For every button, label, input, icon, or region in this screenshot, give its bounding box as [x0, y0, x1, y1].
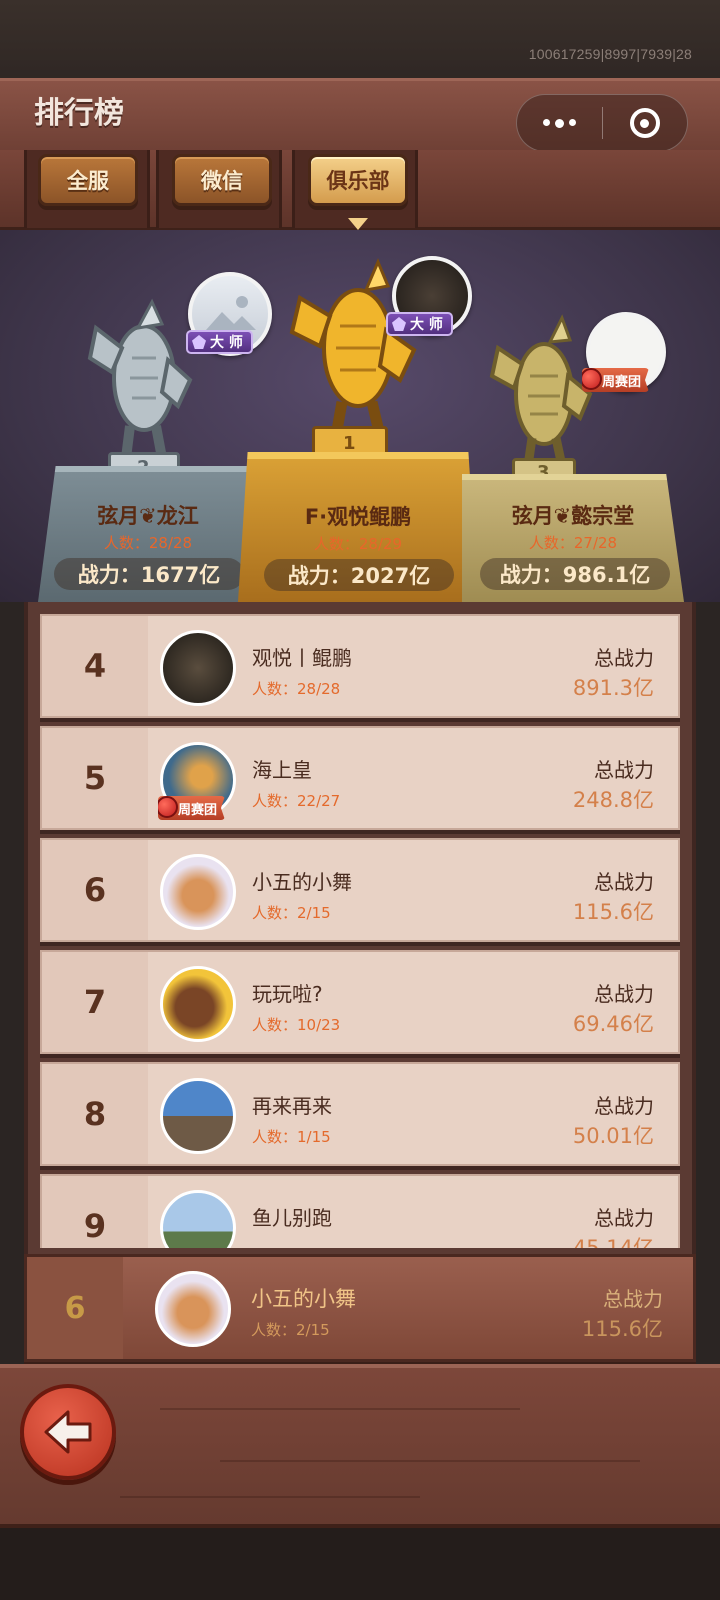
club-name: F·观悦鲲鹏: [304, 505, 412, 529]
tab-wechat[interactable]: 微信: [172, 154, 272, 206]
avatar: [160, 1190, 236, 1248]
rank-number: 9: [42, 1176, 148, 1248]
apple-icon: [582, 368, 602, 390]
tab-pointer-icon: [348, 218, 368, 230]
avatar: [160, 966, 236, 1042]
rank-number: 6: [42, 840, 148, 940]
rank-number: 6: [27, 1257, 123, 1359]
club-members: 人数：2/15: [252, 904, 331, 922]
tab-club[interactable]: 俱乐部: [308, 154, 408, 206]
power-value: 115.6亿: [572, 900, 654, 924]
rank-number: 5: [42, 728, 148, 828]
weekly-team-badge: 周赛团: [158, 796, 226, 820]
power-label: 总战力: [594, 870, 654, 894]
club-name: 玩玩啦?: [252, 982, 323, 1006]
club-members: 人数：28/29: [313, 535, 403, 553]
club-name: 小五的小舞: [251, 1287, 356, 1311]
club-name: 鱼儿别跑: [252, 1206, 332, 1230]
close-mini-program-button[interactable]: [603, 94, 688, 152]
podium-first[interactable]: F·观悦鲲鹏 人数：28/29 战力：2027亿: [238, 452, 478, 602]
back-arrow-icon: [44, 1410, 92, 1454]
wood-grain: [160, 1408, 520, 1410]
pedestal-number: 1: [343, 433, 356, 454]
club-members: 人数：2/15: [251, 1321, 330, 1339]
power-label: 总战力: [594, 982, 654, 1006]
rank-badge: 大 师: [186, 330, 253, 354]
list-item[interactable]: 4 观悦丨鲲鹏 人数：28/28 总战力 891.3亿: [40, 614, 680, 718]
power-value: 45.14亿: [572, 1236, 654, 1248]
club-power: 战力：1677亿: [54, 558, 244, 590]
club-name: 海上皇: [252, 758, 312, 782]
club-name: 弦月❦龙江: [97, 504, 199, 528]
list-item[interactable]: 8 再来再来 人数：1/15 总战力 50.01亿: [40, 1062, 680, 1166]
leaderboard-screen: 100617259|8997|7939|28 排行榜 全服 微信 俱乐部 2: [0, 0, 720, 1600]
ranking-list[interactable]: 4 观悦丨鲲鹏 人数：28/28 总战力 891.3亿 5 周赛团 海上皇 人数…: [40, 612, 680, 1248]
more-button[interactable]: [517, 94, 602, 152]
weekly-team-badge: 周赛团: [582, 368, 650, 392]
tab-global[interactable]: 全服: [38, 154, 138, 206]
club-members: 人数：27/28: [528, 534, 618, 552]
wood-grain: [220, 1460, 640, 1462]
power-value: 248.8亿: [572, 788, 654, 812]
club-members: 人数：10/23: [252, 1016, 341, 1034]
club-power: 战力：2027亿: [264, 559, 454, 591]
club-name: 小五的小舞: [252, 870, 352, 894]
club-members: 人数：22/27: [252, 792, 341, 810]
list-item[interactable]: 6 小五的小舞 人数：2/15 总战力 115.6亿: [40, 838, 680, 942]
podium-second[interactable]: 弦月❦龙江 人数：28/28 战力：1677亿: [38, 466, 258, 602]
list-item[interactable]: 9 鱼儿别跑 总战力 45.14亿: [40, 1174, 680, 1248]
bottom-bar: [0, 1528, 720, 1600]
target-circle-icon: [629, 108, 660, 138]
avatar: [160, 1078, 236, 1154]
avatar: [160, 854, 236, 930]
version-text: 100617259|8997|7939|28: [528, 46, 692, 62]
power-label: 总战力: [594, 758, 654, 782]
wood-grain: [120, 1496, 420, 1498]
rank-number: 7: [42, 952, 148, 1052]
club-name: 再来再来: [252, 1094, 332, 1118]
list-item[interactable]: 7 玩玩啦? 人数：10/23 总战力 69.46亿: [40, 950, 680, 1054]
power-label: 总战力: [594, 1206, 654, 1230]
power-value: 115.6亿: [581, 1317, 663, 1341]
power-value: 69.46亿: [572, 1012, 654, 1036]
my-club-row[interactable]: 6 小五的小舞 人数：2/15 总战力 115.6亿: [24, 1254, 696, 1362]
club-members: 人数：28/28: [252, 680, 341, 698]
power-value: 891.3亿: [572, 676, 654, 700]
club-name: 弦月❦懿宗堂: [511, 504, 635, 528]
club-members: 人数：28/28: [103, 534, 193, 552]
power-value: 50.01亿: [572, 1124, 654, 1148]
power-label: 总战力: [594, 646, 654, 670]
rank-number: 8: [42, 1064, 148, 1164]
status-strip: 100617259|8997|7939|28: [0, 0, 720, 82]
rank-number: 4: [42, 616, 148, 716]
list-item[interactable]: 5 周赛团 海上皇 人数：22/27 总战力 248.8亿: [40, 726, 680, 830]
avatar: [160, 630, 236, 706]
rank-badge: 大 师: [386, 312, 453, 336]
podium-third[interactable]: 弦月❦懿宗堂 人数：27/28 战力：986.1亿: [462, 474, 684, 602]
gem-icon: [192, 335, 206, 349]
page-title: 排行榜: [34, 96, 124, 131]
power-label: 总战力: [603, 1287, 663, 1311]
club-power: 战力：986.1亿: [480, 558, 670, 590]
more-dots-icon: [542, 118, 576, 128]
avatar: [155, 1271, 231, 1347]
power-label: 总战力: [594, 1094, 654, 1118]
club-name: 观悦丨鲲鹏: [252, 646, 352, 670]
gem-icon: [392, 317, 406, 331]
back-button[interactable]: [20, 1384, 116, 1480]
mini-program-capsule: [516, 94, 688, 152]
apple-icon: [158, 796, 178, 818]
club-members: 人数：1/15: [252, 1128, 331, 1146]
